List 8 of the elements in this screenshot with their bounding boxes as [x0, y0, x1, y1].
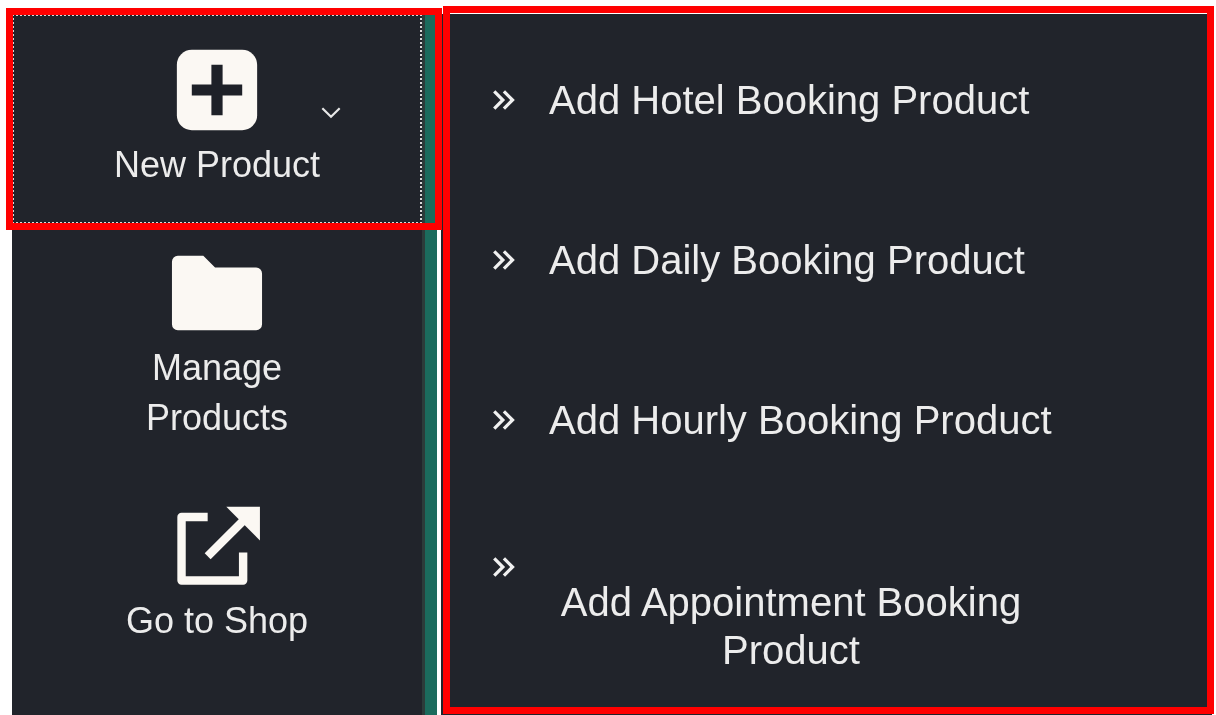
sidebar-item[interactable]: Go to Shop [12, 470, 422, 680]
submenu-item[interactable]: Add Daily Booking Product [491, 236, 1122, 396]
submenu-item[interactable]: Add Hotel Booking Product [491, 76, 1122, 236]
sidebar-item[interactable]: Manage Products [12, 242, 422, 452]
sidebar-item[interactable]: New Product [12, 14, 422, 224]
submenu-item[interactable]: Add Hourly Booking Product [491, 396, 1122, 556]
chevron-down-icon [320, 106, 342, 119]
submenu-item[interactable]: Add Appointment Booking Product [491, 556, 1122, 674]
